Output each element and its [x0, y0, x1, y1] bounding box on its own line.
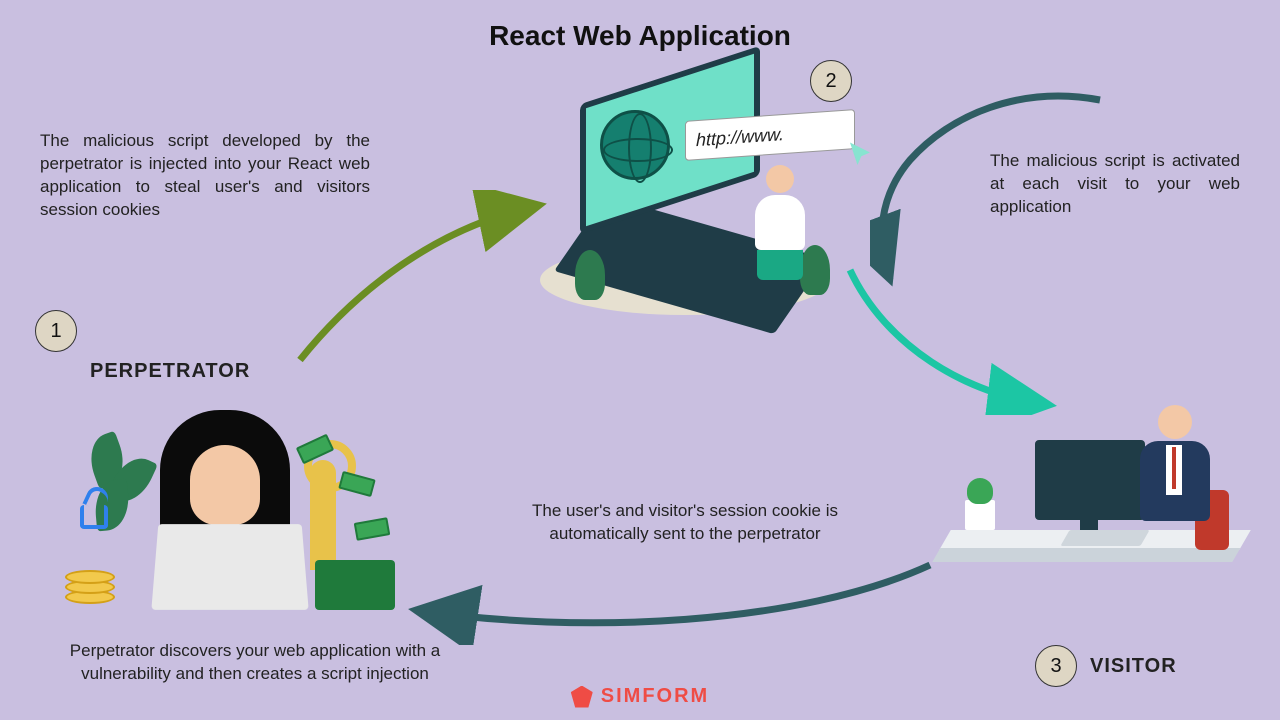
cash-icon: [315, 560, 395, 610]
person-at-desk-icon: [1140, 405, 1230, 575]
arrow-visitor-to-perpetrator: [400, 555, 940, 645]
lock-icon: [80, 505, 108, 529]
person-on-laptop-icon: [750, 165, 810, 275]
page-title: React Web Application: [489, 20, 791, 52]
desc-discover: Perpetrator discovers your web applicati…: [40, 640, 470, 686]
key-icon: [310, 460, 336, 570]
label-perpetrator: PERPETRATOR: [90, 360, 250, 383]
brand-mark-icon: [571, 686, 593, 708]
illustration-visitor: [945, 380, 1265, 640]
monitor-icon: [1035, 440, 1145, 520]
illustration-perpetrator: [40, 400, 400, 630]
step-badge-1: 1: [35, 310, 77, 352]
arrow-visitor-to-app: [835, 255, 1065, 415]
coins-icon: [65, 550, 125, 610]
desc-send: The user's and visitor's session cookie …: [485, 500, 885, 546]
step-badge-3: 3: [1035, 645, 1077, 687]
brand-name: SIMFORM: [601, 685, 709, 708]
brand-logo: SIMFORM: [571, 685, 709, 708]
globe-icon: [600, 110, 670, 180]
label-visitor: VISITOR: [1090, 655, 1177, 678]
arrow-perpetrator-to-app: [280, 190, 560, 370]
